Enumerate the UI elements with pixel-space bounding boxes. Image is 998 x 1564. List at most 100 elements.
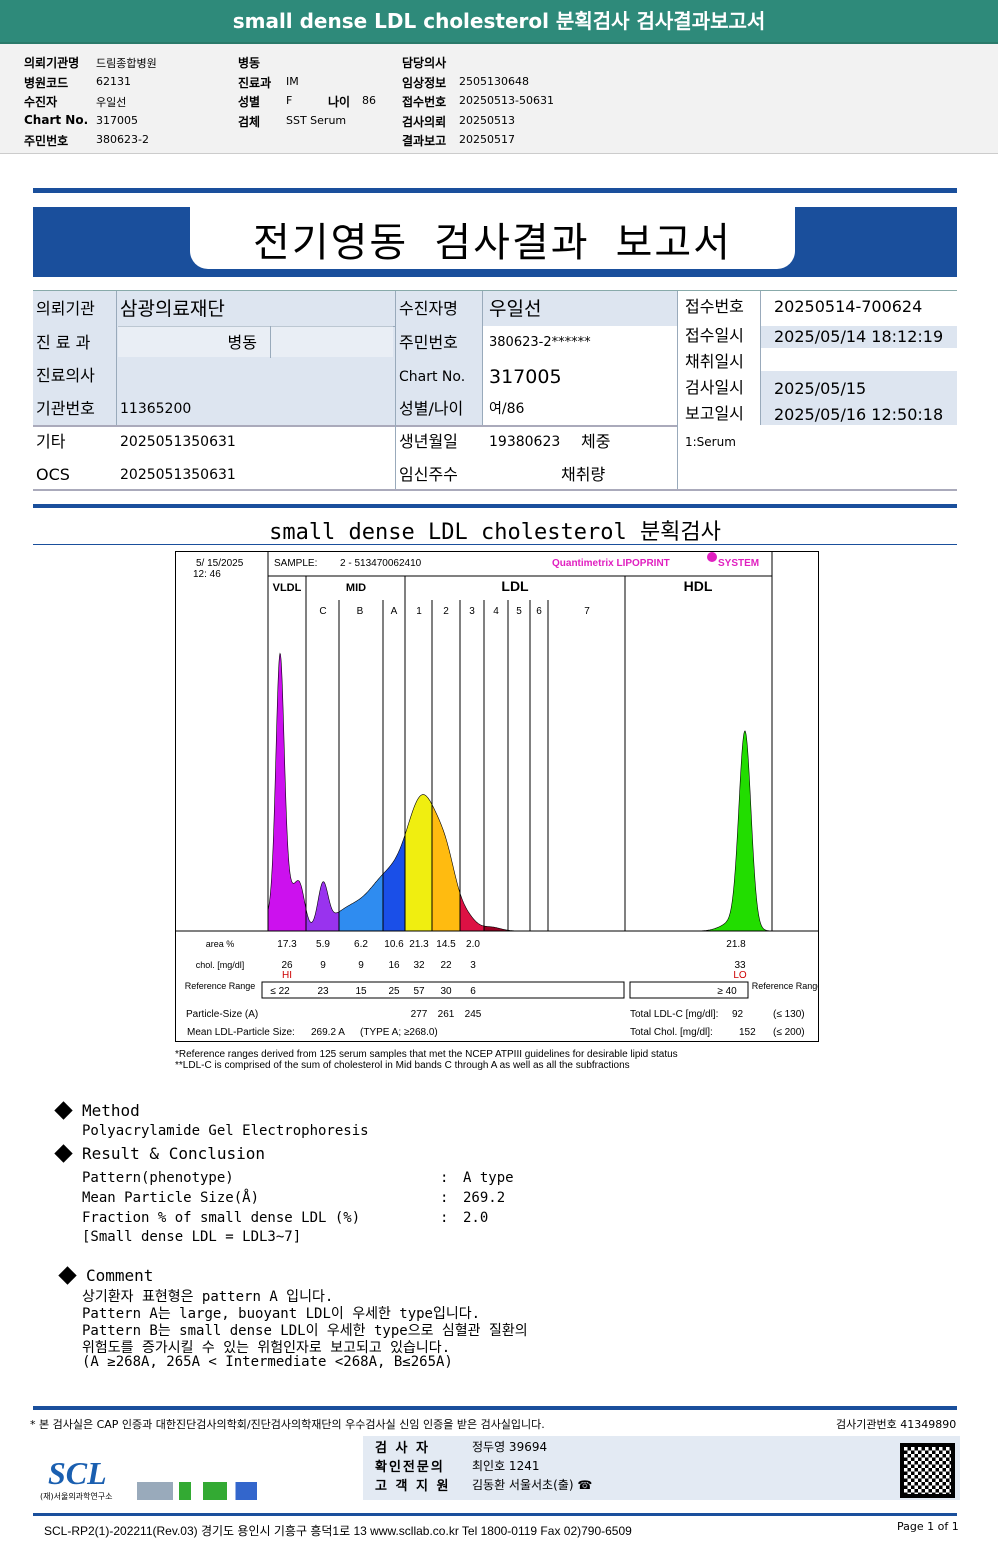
result-colon: : bbox=[440, 1210, 449, 1226]
total-value: 92 bbox=[732, 1009, 744, 1020]
chol-value: 16 bbox=[388, 960, 400, 971]
accreditation-logos bbox=[137, 1482, 257, 1500]
lipoprint-chart: 5/ 15/2025 12: 46 SAMPLE: 2 - 513470062410 Q… bbox=[175, 551, 819, 1042]
area-value: 6.2 bbox=[354, 939, 368, 950]
group-label: LDL bbox=[501, 578, 529, 594]
fraction-area bbox=[405, 794, 432, 931]
page-number: Page 1 of 1 bbox=[897, 1520, 959, 1533]
info-label: 검체 bbox=[238, 114, 261, 129]
scl-logo-sub: (재)서울의과학연구소 bbox=[40, 1492, 113, 1501]
group-label: MID bbox=[346, 582, 366, 594]
area-value: 17.3 bbox=[277, 939, 297, 950]
footer-address: SCL-RP2(1)-202211(Rev.03) 경기도 용인시 기흥구 흥덕… bbox=[44, 1524, 632, 1538]
electrophoresis-trace: 5/ 15/202512: 46 SAMPLE: 2 - 513470062410 Q… bbox=[175, 551, 819, 1038]
info-label: 결과보고 bbox=[402, 134, 447, 148]
table-cell: 19380623 bbox=[489, 434, 561, 450]
institution-number: 검사기관번호 41349890 bbox=[836, 1418, 957, 1431]
table-cell: 성별/나이 bbox=[399, 399, 464, 418]
fraction-area bbox=[268, 653, 306, 931]
table-cell: 병동 bbox=[227, 333, 257, 352]
band-label: A bbox=[391, 606, 398, 617]
info-value: F bbox=[286, 94, 293, 107]
ref-value: ≥ 40 bbox=[717, 986, 737, 997]
info-label: Chart No. bbox=[24, 112, 89, 127]
table-cell: 기타 bbox=[36, 432, 66, 451]
result-key: Mean Particle Size(Å) bbox=[82, 1190, 260, 1206]
table-cell: 접수번호 bbox=[685, 297, 744, 316]
table-cell mono: 2025/05/14 18:12:19 bbox=[774, 327, 944, 346]
method-text: Polyacrylamide Gel Electrophoresis bbox=[82, 1123, 369, 1139]
scl-logo: SCL bbox=[48, 1455, 107, 1491]
info-label: 성별 bbox=[238, 95, 261, 109]
area-value: 2.0 bbox=[466, 939, 480, 950]
total-label: Total LDL-C [mg/dl]: bbox=[630, 1009, 718, 1020]
chol-value: 3 bbox=[470, 960, 476, 971]
section-title: small dense LDL cholesterol 분획검사 bbox=[269, 520, 721, 545]
info-value: 우일선 bbox=[96, 96, 127, 109]
signer-label: 고 객 지 원 bbox=[375, 1479, 451, 1494]
result-title: Result & Conclusion bbox=[82, 1144, 266, 1163]
table-cell: 의뢰기관 bbox=[36, 299, 95, 318]
size-value: 277 bbox=[411, 1009, 428, 1020]
fraction-area bbox=[339, 874, 383, 931]
signer-label: 확인전문의 bbox=[375, 1460, 445, 1475]
bullet-diamond-icon bbox=[54, 1144, 73, 1163]
report-top-title: small dense LDL cholesterol 분획검사 검사결과보고서 bbox=[0, 0, 998, 42]
result-key: Pattern(phenotype) bbox=[82, 1170, 234, 1186]
ref-value: 57 bbox=[413, 986, 425, 997]
result-value: 269.2 bbox=[463, 1190, 506, 1206]
info-value: 2505130648 bbox=[459, 74, 529, 88]
trace-outline bbox=[267, 652, 772, 932]
area-value: 10.6 bbox=[384, 939, 404, 950]
ref-value: 25 bbox=[388, 986, 400, 997]
run-date: 5/ 15/2025 bbox=[196, 558, 244, 569]
result-colon: : bbox=[440, 1170, 449, 1186]
info-label: 임상정보 bbox=[402, 75, 447, 90]
table-cell: 생년월일 bbox=[399, 432, 458, 451]
registered-icon bbox=[707, 552, 717, 562]
bullet-diamond-icon bbox=[58, 1266, 77, 1285]
table-cell mono: 2025/05/16 12:50:18 bbox=[774, 405, 944, 424]
band-label: B bbox=[357, 606, 364, 617]
row-label: Mean LDL-Particle Size: bbox=[187, 1027, 295, 1038]
sample-id: 2 - 513470062410 bbox=[340, 558, 422, 569]
info-label: 병원코드 bbox=[24, 75, 69, 90]
info-label: 검사의뢰 bbox=[402, 114, 447, 129]
signer-panel bbox=[363, 1436, 960, 1500]
info-value: 드림종합병원 bbox=[96, 57, 157, 70]
table-cell: 317005 bbox=[489, 366, 562, 388]
row-label: area % bbox=[206, 939, 235, 949]
divider bbox=[33, 1406, 957, 1410]
ref-value: 15 bbox=[355, 986, 367, 997]
table-cell mono: 1:Serum bbox=[685, 435, 736, 449]
fraction-area bbox=[383, 834, 405, 931]
info-label: 접수번호 bbox=[402, 95, 447, 109]
table-cell: 채취량 bbox=[561, 465, 606, 484]
table-cell: 삼광의료재단 bbox=[120, 298, 225, 320]
divider bbox=[33, 188, 957, 193]
info-value: 86 bbox=[362, 94, 376, 107]
qr-code-icon bbox=[900, 1443, 955, 1498]
table-cell: 11365200 bbox=[120, 401, 192, 417]
area-value: 14.5 bbox=[436, 939, 456, 950]
table-cell: 보고일시 bbox=[685, 404, 744, 423]
result-value: 2.0 bbox=[463, 1210, 489, 1226]
band-label: C bbox=[319, 606, 326, 617]
flag-lo: LO bbox=[733, 970, 747, 981]
table-cell: 2025051350631 bbox=[120, 467, 236, 483]
total-label: Total Chol. [mg/dl]: bbox=[630, 1027, 713, 1038]
table-cell: 수진자명 bbox=[399, 299, 458, 318]
group-label: VLDL bbox=[273, 582, 302, 594]
signer-value: 최인호 1241 bbox=[472, 1459, 540, 1473]
group-label: HDL bbox=[684, 578, 713, 594]
result-colon: : bbox=[440, 1190, 449, 1206]
ref-value: 6 bbox=[470, 986, 476, 997]
total-ref: (≤ 200) bbox=[773, 1027, 805, 1038]
info-label: 나이 bbox=[328, 95, 351, 109]
info-value: 20250517 bbox=[459, 133, 515, 146]
signer-value: 정두영 39694 bbox=[472, 1440, 548, 1454]
run-time: 12: 46 bbox=[193, 569, 221, 580]
table-cell: OCS bbox=[36, 465, 70, 484]
chol-value: 32 bbox=[413, 960, 425, 971]
result-value: A type bbox=[463, 1170, 514, 1186]
